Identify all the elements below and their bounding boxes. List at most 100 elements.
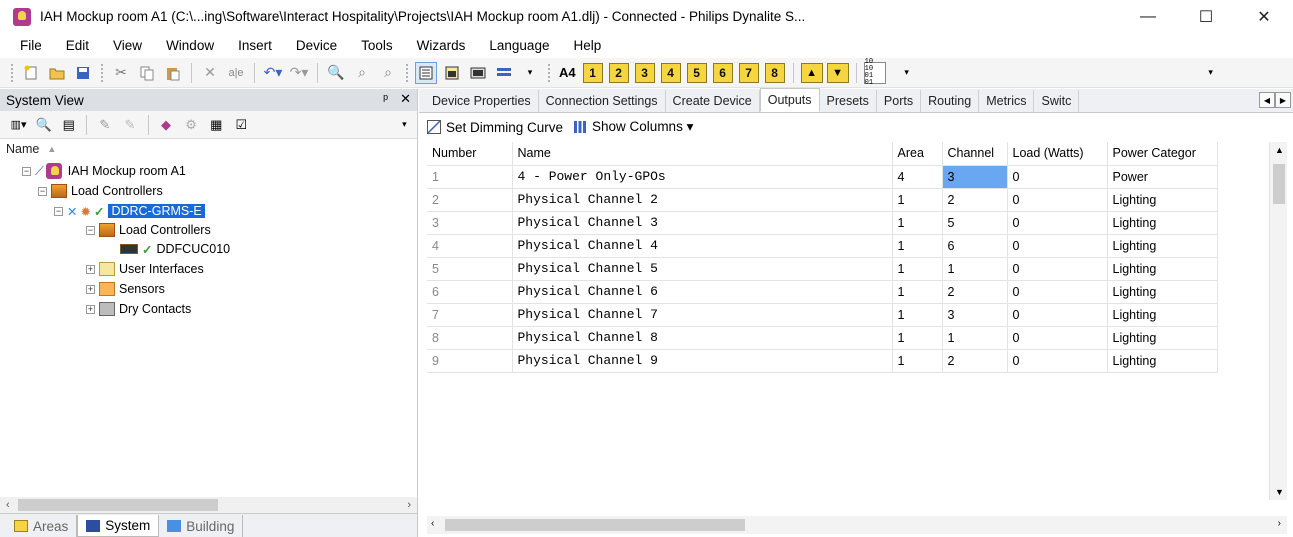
toolbar-grip[interactable] [405, 62, 409, 83]
menu-device[interactable]: Device [284, 38, 349, 53]
row-channel[interactable]: 1 [942, 257, 1008, 281]
table-row[interactable]: 8 Physical Channel 8 1 1 0 Lighting [427, 326, 1218, 350]
scroll-down-icon[interactable]: ▼ [1275, 487, 1284, 497]
row-load[interactable]: 0 [1007, 257, 1108, 281]
scroll-left-icon[interactable]: ‹ [6, 499, 10, 511]
row-category[interactable]: Lighting [1107, 349, 1218, 373]
overflow-chevron-icon[interactable]: ▾ [896, 62, 918, 84]
paste-icon[interactable] [162, 62, 184, 84]
undo-icon[interactable]: ↶▾ [262, 62, 284, 84]
column-load[interactable]: Load (Watts) [1007, 142, 1108, 166]
table-row[interactable]: 6 Physical Channel 6 1 2 0 Lighting [427, 280, 1218, 304]
collapse-icon[interactable]: − [22, 166, 31, 176]
menu-file[interactable]: File [8, 38, 54, 53]
menu-tools[interactable]: Tools [349, 38, 405, 53]
checklist-icon[interactable]: ☑ [231, 114, 252, 136]
panel-close-icon[interactable]: ✕ [400, 91, 411, 107]
toolbar-grip[interactable] [10, 62, 14, 83]
row-name[interactable]: 4 - Power Only-GPOs [512, 165, 893, 189]
new-file-icon[interactable] [20, 62, 42, 84]
menu-language[interactable]: Language [477, 38, 561, 53]
expand-icon[interactable]: + [86, 264, 95, 274]
row-channel[interactable]: 5 [942, 211, 1008, 235]
menu-view[interactable]: View [101, 38, 154, 53]
channel-3-button[interactable]: 3 [634, 62, 655, 83]
delete-icon[interactable]: ✕ [199, 62, 221, 84]
table-row[interactable]: 4 Physical Channel 4 1 6 0 Lighting [427, 234, 1218, 258]
save-icon[interactable] [72, 62, 94, 84]
row-area[interactable]: 1 [892, 257, 943, 281]
row-category[interactable]: Lighting [1107, 257, 1218, 281]
tree-node-sub-load-controllers[interactable]: − Load Controllers [86, 221, 211, 239]
tree-node-sensors[interactable]: + Sensors [86, 280, 165, 298]
toolbar-grip[interactable] [100, 62, 104, 83]
network-icon[interactable]: ⚙ [181, 114, 202, 136]
export-icon[interactable] [441, 62, 463, 84]
maximize-button[interactable]: ☐ [1177, 0, 1235, 33]
collapse-icon[interactable]: − [86, 225, 95, 235]
tab-connection-settings[interactable]: Connection Settings [539, 90, 666, 112]
row-load[interactable]: 0 [1007, 165, 1108, 189]
row-category[interactable]: Lighting [1107, 326, 1218, 350]
edit-icon[interactable]: ✎ [94, 114, 115, 136]
settings-icon[interactable]: ▦ [206, 114, 227, 136]
table-row[interactable]: 7 Physical Channel 7 1 3 0 Lighting [427, 303, 1218, 327]
collapse-icon[interactable]: − [54, 206, 63, 216]
table-row[interactable]: 2 Physical Channel 2 1 2 0 Lighting [427, 188, 1218, 212]
tab-building[interactable]: Building [159, 515, 244, 537]
minimize-button[interactable]: — [1119, 0, 1177, 33]
find-icon[interactable]: 🔍 [33, 114, 54, 136]
tab-outputs[interactable]: Outputs [759, 88, 820, 112]
channel-4-button[interactable]: 4 [660, 62, 681, 83]
row-name[interactable]: Physical Channel 2 [512, 188, 893, 212]
columns-icon[interactable]: ▥▾ [8, 114, 29, 136]
row-area[interactable]: 1 [892, 349, 943, 373]
row-channel[interactable]: 2 [942, 349, 1008, 373]
tab-system[interactable]: System [77, 515, 160, 537]
pin-icon[interactable]: ᵖ [383, 91, 388, 107]
tree-node-dry-contacts[interactable]: + Dry Contacts [86, 300, 191, 318]
table-row[interactable]: 1 4 - Power Only-GPOs 4 3 0 Power [427, 165, 1218, 189]
tab-ports[interactable]: Ports [877, 90, 922, 112]
row-area[interactable]: 1 [892, 280, 943, 304]
overflow-chevron-icon-2[interactable]: ▾ [1200, 62, 1222, 84]
tab-device-properties[interactable]: Device Properties [425, 90, 539, 112]
menu-wizards[interactable]: Wizards [405, 38, 478, 53]
tab-presets[interactable]: Presets [820, 90, 877, 112]
level-down-icon[interactable]: ▼ [826, 62, 849, 83]
row-area[interactable]: 1 [892, 211, 943, 235]
channel-5-button[interactable]: 5 [686, 62, 707, 83]
tree-horizontal-scrollbar[interactable]: ‹ › [0, 497, 417, 513]
menu-help[interactable]: Help [561, 38, 613, 53]
find-all-icon[interactable]: ⌕ [377, 62, 399, 84]
channel-1-button[interactable]: 1 [582, 62, 603, 83]
scroll-right-icon[interactable]: › [1278, 518, 1281, 529]
tree-node-device[interactable]: − ✕ ✹ ✓ DDRC-GRMS-E [54, 202, 205, 220]
scroll-up-icon[interactable]: ▲ [1275, 145, 1284, 155]
row-area[interactable]: 1 [892, 303, 943, 327]
level-up-icon[interactable]: ▲ [800, 62, 823, 83]
grid-vertical-scrollbar[interactable]: ▲ ▼ [1269, 142, 1287, 500]
cut-icon[interactable]: ✂ [110, 62, 132, 84]
tree-node-sub-device[interactable]: ✓ DDFCUC010 [120, 240, 230, 258]
column-channel[interactable]: Channel [942, 142, 1008, 166]
row-area[interactable]: 1 [892, 326, 943, 350]
row-name[interactable]: Physical Channel 4 [512, 234, 893, 258]
edit-disabled-icon[interactable]: ✎ [119, 114, 140, 136]
row-name[interactable]: Physical Channel 5 [512, 257, 893, 281]
tree-node-root[interactable]: − ⟋ IAH Mockup room A1 [22, 162, 186, 180]
tab-create-device[interactable]: Create Device [666, 90, 760, 112]
a4-button[interactable]: A4 [559, 65, 576, 80]
device-view-icon[interactable] [467, 62, 489, 84]
scroll-right-icon[interactable]: › [407, 499, 411, 511]
scroll-left-icon[interactable]: ‹ [431, 518, 434, 529]
device-tool-icon[interactable]: ◆ [155, 114, 176, 136]
row-load[interactable]: 0 [1007, 188, 1108, 212]
row-load[interactable]: 0 [1007, 211, 1108, 235]
scrollbar-thumb[interactable] [18, 499, 218, 511]
tab-scroll-left-icon[interactable]: ◀ [1259, 92, 1275, 108]
properties-view-icon[interactable] [415, 61, 437, 84]
view-icon[interactable]: ▤ [58, 114, 79, 136]
column-number[interactable]: Number [427, 142, 513, 166]
column-area[interactable]: Area [892, 142, 943, 166]
